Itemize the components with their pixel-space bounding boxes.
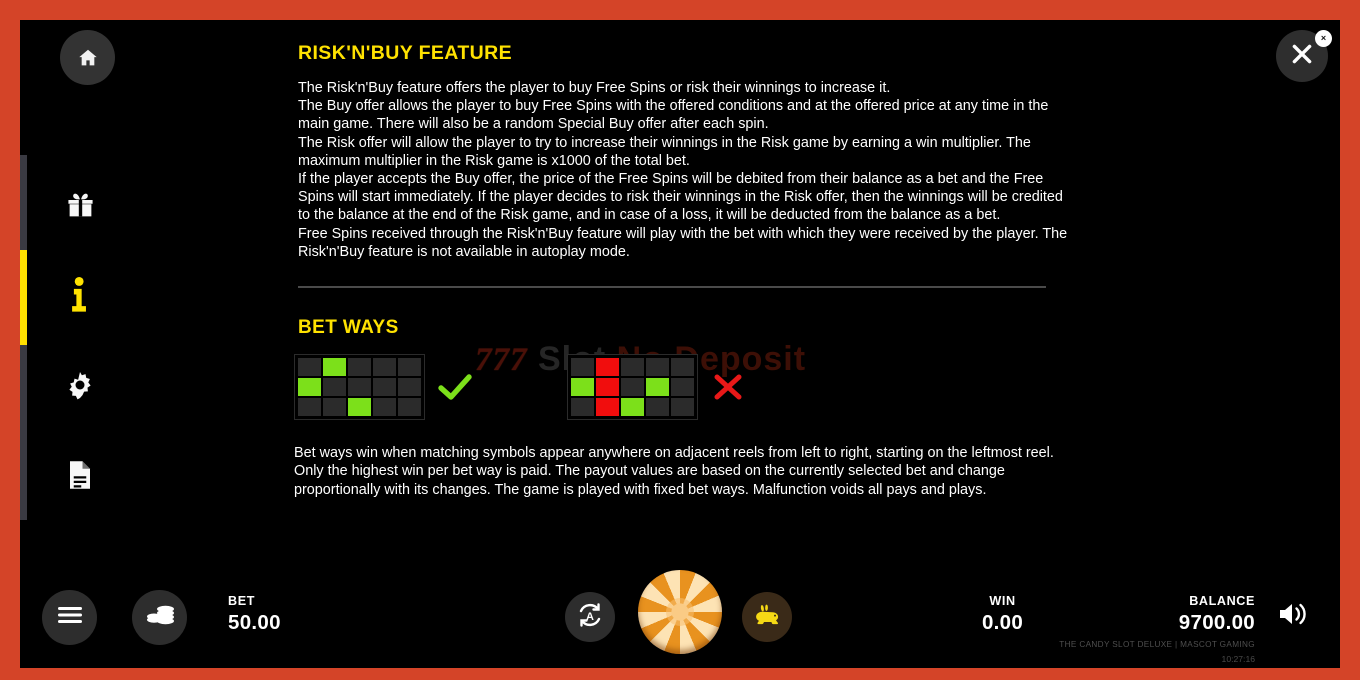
hamburger-menu-icon xyxy=(57,606,82,629)
brand-footer: THE CANDY SLOT DELUXE | MASCOT GAMING xyxy=(1059,640,1255,649)
sidebar-item-settings[interactable] xyxy=(52,357,108,413)
reel-cell-r1-c2 xyxy=(348,378,371,397)
balance-label: BALANCE xyxy=(1189,594,1255,608)
reel-cell-r0-c4 xyxy=(671,358,694,377)
reel-cell-r2-c2 xyxy=(621,398,644,417)
reel-cell-r1-c1 xyxy=(323,378,346,397)
bet-label: BET xyxy=(228,594,255,608)
reel-cell-r1-c2 xyxy=(621,378,644,397)
clock: 10:27:16 xyxy=(1221,654,1255,664)
close-icon xyxy=(1289,41,1315,72)
rabbit-turbo-icon xyxy=(752,603,782,632)
gift-icon xyxy=(65,191,96,220)
spin-button[interactable] xyxy=(638,570,722,654)
reel-cell-r2-c3 xyxy=(646,398,669,417)
close-badge[interactable]: × xyxy=(1315,30,1332,47)
section-divider xyxy=(298,286,1046,289)
reel-cell-r1-c3 xyxy=(373,378,396,397)
page-title: RISK'N'BUY FEATURE xyxy=(298,42,513,64)
reel-cell-r2-c2 xyxy=(348,398,371,417)
reel-cell-r0-c3 xyxy=(646,358,669,377)
reel-cell-r0-c4 xyxy=(398,358,421,377)
sidebar-item-home[interactable] xyxy=(60,30,115,85)
info-panel: RISK'N'BUY FEATURE The Risk'n'Buy featur… xyxy=(278,20,1068,499)
volume-button[interactable] xyxy=(1268,590,1320,642)
reel-cell-r1-c1 xyxy=(596,378,619,397)
bet-value: 50.00 xyxy=(228,611,281,634)
reel-cell-r1-c0 xyxy=(571,378,594,397)
bet-button[interactable] xyxy=(132,590,187,645)
win-readout: WIN 0.00 xyxy=(950,594,1055,635)
reel-grid-invalid xyxy=(567,354,698,421)
menu-button[interactable] xyxy=(42,590,97,645)
balance-value: 9700.00 xyxy=(1178,611,1255,634)
bet-way-example-invalid xyxy=(567,354,758,421)
reel-cell-r2-c1 xyxy=(596,398,619,417)
reel-cell-r0-c0 xyxy=(298,358,321,377)
reel-cell-r2-c4 xyxy=(671,398,694,417)
section-title-bet-ways: BET WAYS xyxy=(298,317,399,339)
reel-cell-r2-c4 xyxy=(398,398,421,417)
bet-readout: BET 50.00 xyxy=(228,594,281,635)
home-icon xyxy=(77,47,99,69)
reel-cell-r0-c2 xyxy=(348,358,371,377)
volume-icon xyxy=(1277,600,1311,633)
reel-cell-r2-c0 xyxy=(298,398,321,417)
check-mark-icon xyxy=(425,372,485,402)
document-icon xyxy=(67,460,93,490)
autoplay-icon: A xyxy=(575,600,605,635)
info-icon xyxy=(70,277,90,313)
reel-cell-r0-c0 xyxy=(571,358,594,377)
reel-cell-r2-c1 xyxy=(323,398,346,417)
win-value: 0.00 xyxy=(981,611,1024,634)
coin-stack-icon xyxy=(144,602,176,633)
bet-ways-examples xyxy=(294,354,1068,421)
gear-icon xyxy=(65,370,95,400)
reel-grid-valid xyxy=(294,354,425,421)
reel-cell-r0-c1 xyxy=(596,358,619,377)
sidebar-item-bonus[interactable] xyxy=(52,177,108,233)
bet-way-example-valid xyxy=(294,354,485,421)
bottom-bar: BET 50.00 A WIN 0.00 BALANCE 9700.00 THE… xyxy=(20,568,1340,668)
game-window: 777 Slot No Deposit xyxy=(20,20,1340,668)
reel-cell-r2-c0 xyxy=(571,398,594,417)
reel-cell-r2-c3 xyxy=(373,398,396,417)
win-label: WIN xyxy=(989,594,1016,608)
svg-text:A: A xyxy=(586,611,594,623)
reel-cell-r0-c2 xyxy=(621,358,644,377)
bet-ways-description: Bet ways win when matching symbols appea… xyxy=(294,445,1054,498)
feature-description: The Risk'n'Buy feature offers the player… xyxy=(298,80,1068,260)
reel-cell-r0-c3 xyxy=(373,358,396,377)
autoplay-button[interactable]: A xyxy=(565,592,615,642)
cross-mark-icon xyxy=(698,372,758,402)
sidebar-scrollbar-thumb[interactable] xyxy=(20,250,27,345)
balance-readout: BALANCE 9700.00 xyxy=(1110,594,1255,635)
reel-cell-r1-c4 xyxy=(671,378,694,397)
reel-cell-r0-c1 xyxy=(323,358,346,377)
turbo-button[interactable] xyxy=(742,592,792,642)
sidebar-item-rules[interactable] xyxy=(52,447,108,503)
sidebar-item-info[interactable] xyxy=(52,267,108,323)
reel-cell-r1-c3 xyxy=(646,378,669,397)
reel-cell-r1-c4 xyxy=(398,378,421,397)
reel-cell-r1-c0 xyxy=(298,378,321,397)
close-control-group: × xyxy=(1276,30,1332,82)
